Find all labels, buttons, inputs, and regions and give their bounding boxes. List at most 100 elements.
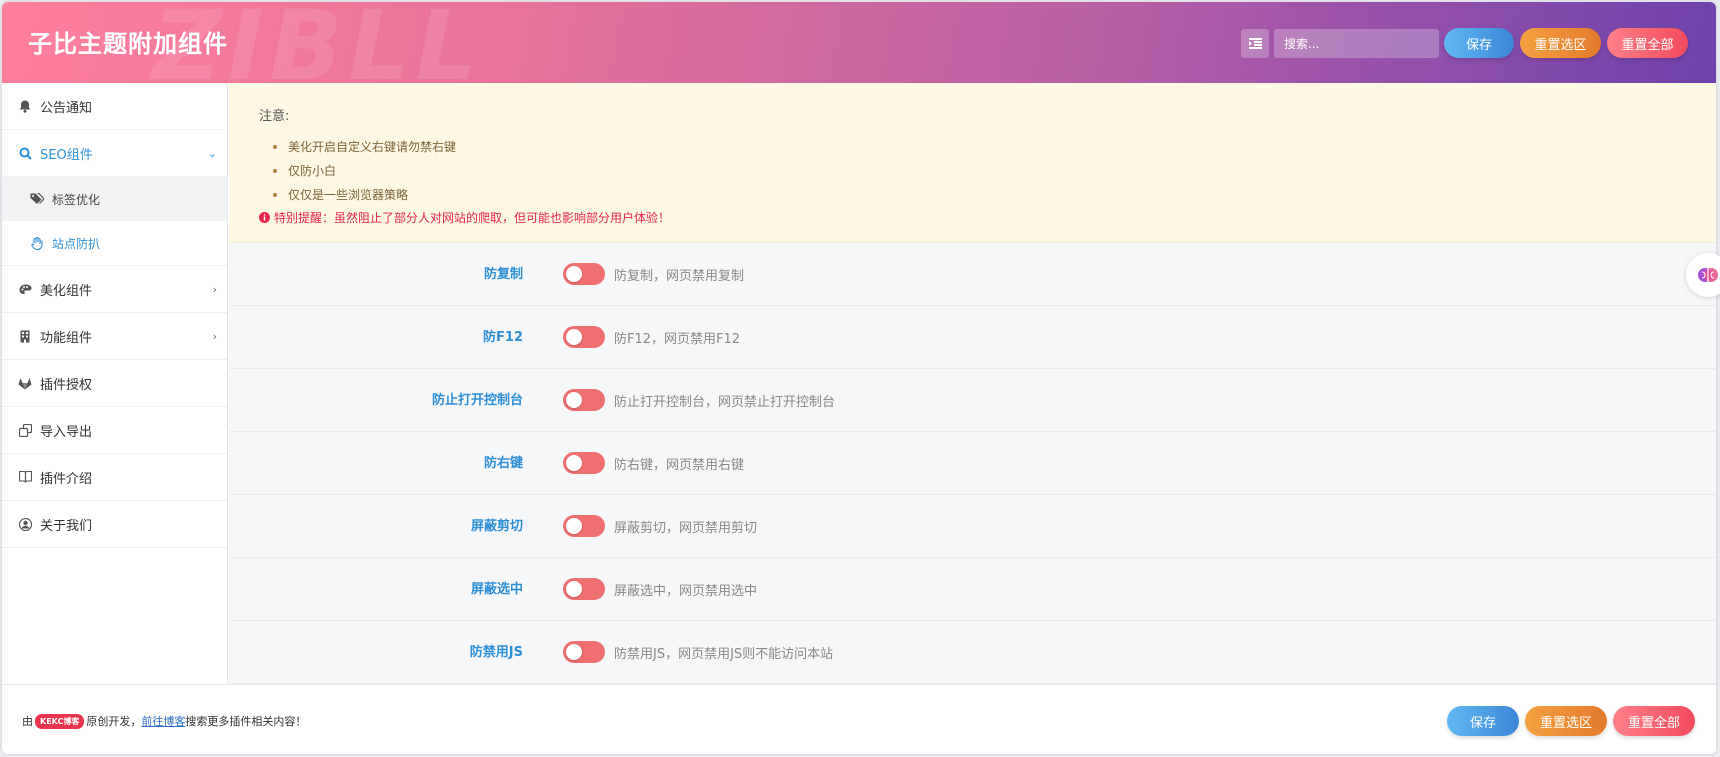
gitlab-icon (18, 376, 32, 390)
sidebar-item-about[interactable]: 关于我们 (2, 501, 227, 548)
block-select-toggle[interactable] (563, 578, 605, 600)
notice-list: 美化开启自定义右键请勿禁右键 仅防小白 仅仅是一些浏览器策略 (259, 135, 1716, 207)
option-description: 防复制，网页禁用复制 (614, 269, 745, 284)
chevron-down-icon: ⌄ (207, 146, 217, 160)
hand-icon (30, 236, 44, 250)
option-description: 防F12，网页禁用F12 (614, 332, 741, 347)
sidebar-item-label: 插件介绍 (40, 471, 93, 487)
user-circle-icon (18, 517, 32, 531)
footer-reset-section-button[interactable]: 重置选区 (1525, 706, 1607, 736)
footer-credit: 由 KEKC博客 原创开发， 前往博客 搜索更多插件相关内容！ (22, 713, 306, 729)
toggle-knob (566, 392, 582, 408)
sidebar-item-features[interactable]: 功能组件 › (2, 313, 227, 360)
anti-disable-js-toggle[interactable] (563, 641, 605, 663)
sidebar-item-label: 公告通知 (40, 100, 93, 116)
notice-heading: 注意: (259, 109, 290, 124)
sidebar-item-label: 美化组件 (40, 283, 93, 299)
option-label: 防F12 (483, 330, 523, 345)
list-item: 仅仅是一些浏览器策略 (259, 183, 1716, 207)
option-label: 防右键 (483, 456, 523, 471)
header: ZIBLL 子比主题附加组件 保存 重置选区 重置全部 (2, 2, 1716, 83)
option-row-anti-right-click: 防右键 防右键，网页禁用右键 (229, 432, 1716, 495)
anti-copy-toggle[interactable] (563, 263, 605, 285)
sidebar-item-license[interactable]: 插件授权 (2, 360, 227, 407)
option-row-block-select: 屏蔽选中 屏蔽选中，网页禁用选中 (229, 558, 1716, 621)
anti-f12-toggle[interactable] (563, 326, 605, 348)
sidebar-item-tag-optimize[interactable]: 标签优化 (2, 177, 227, 221)
building-icon (18, 329, 32, 343)
sidebar-item-label: 标签优化 (52, 192, 101, 207)
option-description: 防右键，网页禁用右键 (614, 458, 745, 473)
blog-link[interactable]: 前往博客 (141, 713, 185, 729)
option-label: 防禁用JS (469, 645, 523, 660)
brain-icon (1698, 268, 1718, 282)
option-description: 防止打开控制台，网页禁止打开控制台 (614, 395, 836, 410)
sidebar-item-label: 导入导出 (40, 424, 93, 440)
search-input[interactable] (1274, 29, 1439, 58)
footer-prefix: 由 (22, 715, 33, 728)
option-description: 屏蔽选中，网页禁用选中 (614, 584, 758, 599)
option-row-anti-f12: 防F12 防F12，网页禁用F12 (229, 306, 1716, 369)
option-label: 防止打开控制台 (431, 393, 523, 408)
settings-panel: ZIBLL 子比主题附加组件 保存 重置选区 重置全部 公告通知 (2, 2, 1716, 754)
sidebar-item-label: SEO组件 (40, 147, 93, 163)
sidebar-item-label: 插件授权 (40, 377, 93, 393)
sidebar-submenu-seo: 标签优化 站点防扒 (2, 177, 227, 266)
option-label: 屏蔽选中 (470, 582, 523, 597)
option-description: 屏蔽剪切，网页禁用剪切 (614, 521, 758, 536)
sidebar-item-import-export[interactable]: 导入导出 (2, 407, 227, 454)
warning-text: 特别提醒：虽然阻止了部分人对网站的爬取，但可能也影响部分用户体验！ (274, 211, 671, 225)
footer-suffix: 搜索更多插件相关内容！ (185, 715, 307, 728)
list-item: 美化开启自定义右键请勿禁右键 (259, 135, 1716, 159)
footer: 由 KEKC博客 原创开发， 前往博客 搜索更多插件相关内容！ 保存 重置选区 … (2, 684, 1716, 754)
page-title: 子比主题附加组件 (28, 30, 228, 58)
option-row-block-cut: 屏蔽剪切 屏蔽剪切，网页禁用剪切 (229, 495, 1716, 558)
list-item: 仅防小白 (259, 159, 1716, 183)
sidebar-item-label: 站点防扒 (52, 236, 101, 251)
main-content: 注意: 美化开启自定义右键请勿禁右键 仅防小白 仅仅是一些浏览器策略 特别提醒：… (229, 83, 1716, 684)
footer-reset-all-button[interactable]: 重置全部 (1613, 706, 1695, 736)
block-cut-toggle[interactable] (563, 515, 605, 537)
toggle-knob (566, 581, 582, 597)
save-button[interactable]: 保存 (1444, 28, 1514, 58)
bell-icon (18, 99, 32, 113)
option-description: 防禁用JS，网页禁用JS则不能访问本站 (614, 647, 834, 662)
option-row-anti-copy: 防复制 防复制，网页禁用复制 (229, 243, 1716, 306)
sidebar-item-anti-scrape[interactable]: 站点防扒 (2, 221, 227, 265)
sidebar-item-intro[interactable]: 插件介绍 (2, 454, 227, 501)
reset-all-button[interactable]: 重置全部 (1607, 28, 1688, 58)
search-icon (18, 146, 32, 160)
sidebar-item-label: 功能组件 (40, 330, 93, 346)
tags-icon (30, 192, 44, 206)
book-icon (18, 470, 32, 484)
option-row-anti-console: 防止打开控制台 防止打开控制台，网页禁止打开控制台 (229, 369, 1716, 432)
palette-icon (18, 282, 32, 296)
reset-section-button[interactable]: 重置选区 (1520, 28, 1601, 58)
chevron-right-icon: › (212, 329, 217, 343)
option-row-anti-disable-js: 防禁用JS 防禁用JS，网页禁用JS则不能访问本站 (229, 621, 1716, 684)
footer-save-button[interactable]: 保存 (1447, 706, 1519, 736)
blog-badge: KEKC博客 (35, 713, 85, 729)
anti-right-click-toggle[interactable] (563, 452, 605, 474)
toggle-knob (566, 266, 582, 282)
option-label: 屏蔽剪切 (470, 519, 523, 534)
expand-all-button[interactable] (1241, 29, 1269, 58)
toggle-knob (566, 518, 582, 534)
toggle-knob (566, 329, 582, 345)
sidebar-item-announcement[interactable]: 公告通知 (2, 83, 227, 130)
sidebar-item-label: 关于我们 (40, 518, 93, 534)
notice-box: 注意: 美化开启自定义右键请勿禁右键 仅防小白 仅仅是一些浏览器策略 特别提醒：… (229, 83, 1716, 243)
sidebar: 公告通知 SEO组件 ⌄ 标签优化 站点防扒 美化组件 › 功能组件 › 插件授… (2, 83, 228, 684)
sidebar-item-seo[interactable]: SEO组件 ⌄ (2, 130, 227, 177)
sidebar-item-beautify[interactable]: 美化组件 › (2, 266, 227, 313)
copy-icon (18, 423, 32, 437)
footer-middle: 原创开发， (86, 715, 142, 728)
anti-console-toggle[interactable] (563, 389, 605, 411)
option-label: 防复制 (483, 267, 523, 282)
chevron-right-icon: › (212, 282, 217, 296)
indent-icon (1248, 38, 1262, 49)
info-circle-icon (259, 212, 270, 223)
toggle-knob (566, 644, 582, 660)
toggle-knob (566, 455, 582, 471)
warning-text-row: 特别提醒：虽然阻止了部分人对网站的爬取，但可能也影响部分用户体验！ (259, 209, 1716, 226)
